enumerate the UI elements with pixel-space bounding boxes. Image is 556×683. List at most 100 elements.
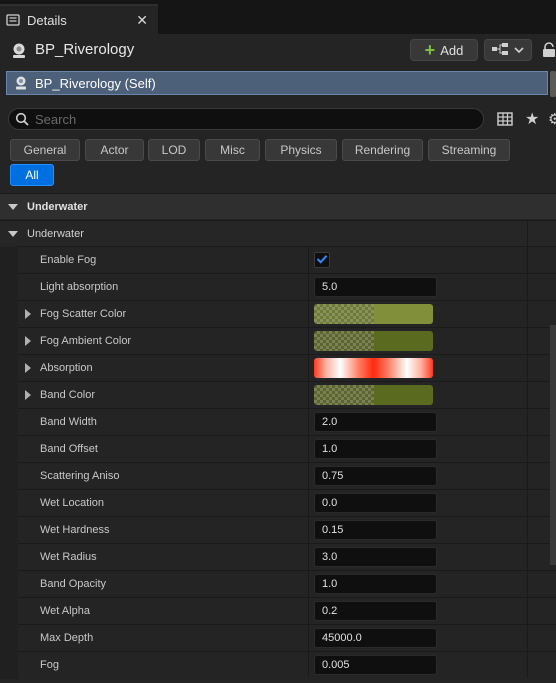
property-value-cell: 2.0 xyxy=(308,409,527,435)
property-label: Band Width xyxy=(40,416,97,428)
band-opacity-field[interactable]: 1.0 xyxy=(314,574,437,594)
fog-field[interactable]: 0.005 xyxy=(314,655,437,675)
reset-cell xyxy=(527,247,556,273)
property-label: Band Offset xyxy=(40,443,98,455)
band-offset-field[interactable]: 1.0 xyxy=(314,439,437,459)
light-absorption-field[interactable]: 5.0 xyxy=(314,277,437,297)
property-value-cell xyxy=(308,301,527,327)
enable-fog-checkbox[interactable] xyxy=(314,252,330,268)
column-divider xyxy=(527,220,528,246)
filter-misc[interactable]: Misc xyxy=(205,139,260,161)
hierarchy-button[interactable] xyxy=(484,39,532,61)
property-value-cell: 3.0 xyxy=(308,544,527,570)
wet-hardness-field[interactable]: 0.15 xyxy=(314,520,437,540)
grid-icon[interactable] xyxy=(497,111,513,127)
property-value-cell: 0.75 xyxy=(308,463,527,489)
reset-cell xyxy=(527,274,556,300)
property-row-wet-radius: Wet Radius 3.0 xyxy=(0,543,556,571)
expand-arrow-icon[interactable] xyxy=(25,363,31,373)
self-component-row[interactable]: BP_Riverology (Self) xyxy=(6,71,548,95)
row-gutter xyxy=(0,490,18,517)
filter-general[interactable]: General xyxy=(10,139,80,161)
fog-ambient-color-swatch[interactable] xyxy=(314,331,433,351)
property-name-cell: Absorption xyxy=(18,355,308,381)
scattering-aniso-field[interactable]: 0.75 xyxy=(314,466,437,486)
expand-arrow-icon[interactable] xyxy=(25,390,31,400)
hierarchy-icon xyxy=(492,42,508,58)
details-scrollbar[interactable] xyxy=(550,325,556,565)
property-label: Fog Scatter Color xyxy=(40,308,127,320)
reset-cell xyxy=(527,598,556,624)
wet-radius-field[interactable]: 3.0 xyxy=(314,547,437,567)
tab-title: Details xyxy=(27,12,67,28)
property-label: Wet Location xyxy=(40,497,105,509)
property-name-cell: Scattering Aniso xyxy=(18,463,308,489)
details-icon xyxy=(6,13,20,27)
property-label: Band Opacity xyxy=(40,578,107,590)
absorption-color-swatch[interactable] xyxy=(314,358,433,378)
row-gutter xyxy=(0,382,18,409)
alpha-checker xyxy=(314,385,374,405)
property-value-cell xyxy=(308,247,527,273)
property-row-absorption: Absorption xyxy=(0,354,556,382)
property-name-cell: Fog Ambient Color xyxy=(18,328,308,354)
blueprint-icon xyxy=(10,42,28,60)
band-width-field[interactable]: 2.0 xyxy=(314,412,437,432)
property-row-fog-ambient-color: Fog Ambient Color xyxy=(0,327,556,355)
gear-icon[interactable]: ⚙ xyxy=(548,110,556,128)
reset-cell xyxy=(527,301,556,327)
blueprint-name: BP_Riverology xyxy=(35,41,135,58)
search-input[interactable] xyxy=(35,111,465,127)
lock-icon[interactable] xyxy=(542,42,556,58)
filter-rendering[interactable]: Rendering xyxy=(342,139,423,161)
details-panel: BP_Riverology + Add BP_Riverology (Self)… xyxy=(0,34,556,683)
row-gutter xyxy=(0,571,18,598)
category-label: Underwater xyxy=(27,200,88,213)
property-name-cell: Wet Hardness xyxy=(18,517,308,543)
reset-cell xyxy=(527,571,556,597)
max-depth-field[interactable]: 45000.0 xyxy=(314,628,437,648)
add-button-label: Add xyxy=(440,42,464,58)
property-row-fog-scatter-color: Fog Scatter Color xyxy=(0,300,556,328)
property-row-max-depth: Max Depth 45000.0 xyxy=(0,624,556,652)
collapse-arrow-icon xyxy=(8,203,18,210)
filter-lod[interactable]: LOD xyxy=(148,139,200,161)
tab-details[interactable]: Details ✕ xyxy=(0,4,158,34)
filter-actor[interactable]: Actor xyxy=(85,139,144,161)
close-icon[interactable]: ✕ xyxy=(136,12,148,29)
star-icon[interactable]: ★ xyxy=(525,109,539,129)
category-header-underwater[interactable]: Underwater xyxy=(0,193,556,219)
property-value-cell: 1.0 xyxy=(308,571,527,597)
property-label: Band Color xyxy=(40,389,96,401)
property-label: Wet Alpha xyxy=(40,605,90,617)
row-gutter xyxy=(0,328,18,355)
row-gutter xyxy=(0,652,18,679)
property-value-cell xyxy=(308,355,527,381)
filter-all[interactable]: All xyxy=(10,164,54,186)
color-solid xyxy=(374,385,433,405)
property-row-band-color: Band Color xyxy=(0,381,556,409)
property-row-wet-location: Wet Location 0.0 xyxy=(0,489,556,517)
property-name-cell: Max Depth xyxy=(18,625,308,651)
property-label: Wet Radius xyxy=(40,551,97,563)
wet-location-field[interactable]: 0.0 xyxy=(314,493,437,513)
filter-streaming[interactable]: Streaming xyxy=(428,139,510,161)
color-solid xyxy=(374,331,433,351)
component-list-scrollbar[interactable] xyxy=(550,71,556,97)
color-solid xyxy=(374,304,433,324)
band-color-swatch[interactable] xyxy=(314,385,433,405)
fog-scatter-color-swatch[interactable] xyxy=(314,304,433,324)
expand-arrow-icon[interactable] xyxy=(25,336,31,346)
alpha-checker xyxy=(314,304,374,324)
add-component-button[interactable]: + Add xyxy=(410,39,478,61)
row-gutter xyxy=(0,544,18,571)
property-name-cell: Band Offset xyxy=(18,436,308,462)
property-row-wet-hardness: Wet Hardness 0.15 xyxy=(0,516,556,544)
filter-physics[interactable]: Physics xyxy=(265,139,337,161)
wet-alpha-field[interactable]: 0.2 xyxy=(314,601,437,621)
row-gutter xyxy=(0,517,18,544)
search-icon xyxy=(15,112,29,126)
expand-arrow-icon[interactable] xyxy=(25,309,31,319)
subcategory-header-underwater[interactable]: Underwater xyxy=(0,220,556,246)
property-label: Enable Fog xyxy=(40,254,97,266)
